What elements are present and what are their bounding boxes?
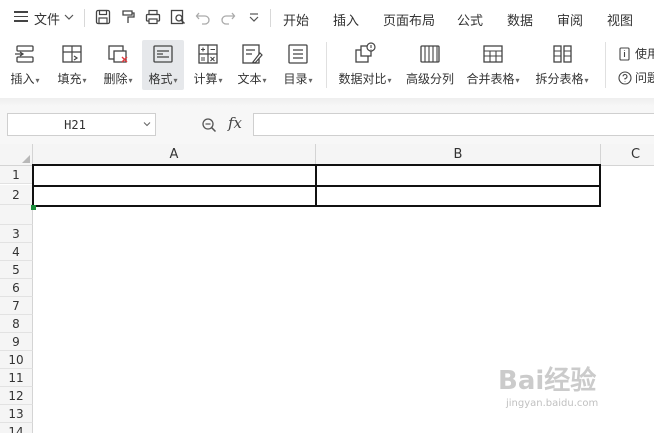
text-button[interactable]: 文本▾: [234, 40, 270, 90]
advanced-split-button[interactable]: 高级分列: [404, 40, 456, 90]
row-header-6[interactable]: 6: [0, 279, 33, 297]
format-icon: [151, 42, 175, 66]
divider: [270, 9, 271, 27]
usage-button[interactable]: 使用: [618, 45, 654, 62]
name-box[interactable]: H21: [7, 113, 156, 136]
watermark-logo: Bai经验 jingyan.baidu.com: [498, 360, 628, 416]
ribbon-divider: [0, 98, 654, 106]
toc-button[interactable]: 目录▾: [280, 40, 316, 90]
file-menu[interactable]: 文件: [34, 9, 60, 28]
chevron-down-icon[interactable]: [143, 120, 151, 128]
name-box-value: H21: [64, 118, 86, 132]
column-header-c[interactable]: C: [601, 144, 654, 166]
row-header-12[interactable]: 12: [0, 387, 33, 405]
hamburger-menu-icon[interactable]: [14, 11, 28, 23]
row-header-9[interactable]: 9: [0, 333, 33, 351]
calculate-button[interactable]: 计算▾: [190, 40, 226, 90]
toc-icon: [286, 42, 310, 66]
question-icon: [618, 70, 632, 85]
fill-handle[interactable]: [31, 205, 36, 210]
chevron-down-icon[interactable]: [64, 12, 74, 22]
row-header-10[interactable]: 10: [0, 351, 33, 369]
text-icon: [240, 42, 264, 66]
fx-icon[interactable]: fx: [228, 114, 242, 132]
customize-toolbar-icon[interactable]: [245, 8, 263, 26]
zoom-icon[interactable]: [201, 117, 217, 133]
tab-view[interactable]: 视图: [607, 10, 633, 29]
row-header-13[interactable]: 13: [0, 405, 33, 423]
row-header-spacer: [0, 205, 33, 225]
advanced-split-label: 高级分列: [405, 72, 454, 86]
insert-label: 插入: [10, 72, 35, 86]
redo-icon[interactable]: [219, 8, 237, 26]
column-header-b[interactable]: B: [316, 144, 601, 166]
split-tables-label: 拆分表格: [535, 72, 584, 86]
data-compare-button[interactable]: 数据对比▾: [335, 40, 395, 90]
fill-icon: [60, 42, 84, 66]
watermark-brand: Bai经验: [498, 366, 597, 396]
format-button[interactable]: 格式▾: [142, 40, 184, 90]
tab-insert[interactable]: 插入: [333, 10, 359, 29]
toc-label: 目录: [283, 72, 308, 86]
delete-button[interactable]: 删除▾: [99, 40, 137, 90]
save-icon[interactable]: [94, 8, 112, 26]
delete-label: 删除: [103, 72, 128, 86]
merge-tables-label: 合并表格: [466, 72, 515, 86]
help-label: 问题: [635, 71, 654, 85]
usage-label: 使用: [635, 47, 654, 61]
calculate-icon: [196, 42, 220, 66]
fill-label: 填充: [57, 72, 82, 86]
divider: [326, 42, 327, 88]
tab-formulas[interactable]: 公式: [457, 10, 483, 29]
split-tables-button[interactable]: 拆分表格▾: [532, 40, 592, 90]
row-header-14[interactable]: 14: [0, 423, 33, 433]
ribbon: 插入▾ 填充▾ 删除▾ 格式▾ 计算▾ 文本▾ 目录▾ 数据对比▾ 高级分列 合…: [0, 36, 654, 98]
insert-button[interactable]: 插入▾: [8, 40, 42, 90]
row-header-5[interactable]: 5: [0, 261, 33, 279]
tab-page-layout[interactable]: 页面布局: [383, 10, 435, 29]
format-label: 格式: [148, 72, 173, 86]
merge-tables-icon: [481, 42, 505, 66]
tab-data[interactable]: 数据: [507, 10, 533, 29]
print-icon[interactable]: [144, 8, 162, 26]
divider: [84, 9, 85, 27]
row-header-11[interactable]: 11: [0, 369, 33, 387]
tab-home[interactable]: 开始: [283, 10, 309, 29]
tab-review[interactable]: 审阅: [557, 10, 583, 29]
split-columns-icon: [418, 42, 442, 66]
watermark-url: jingyan.baidu.com: [506, 398, 599, 409]
column-header-a[interactable]: A: [33, 144, 316, 166]
delete-icon: [106, 42, 130, 66]
undo-icon[interactable]: [194, 8, 212, 26]
help-button[interactable]: 问题: [618, 69, 654, 86]
formula-input[interactable]: [253, 113, 654, 136]
insert-rows-icon: [13, 42, 37, 66]
divider: [605, 42, 606, 88]
calculate-label: 计算: [193, 72, 218, 86]
split-tables-icon: [550, 42, 574, 66]
select-all-corner[interactable]: [0, 144, 33, 166]
row-header-2[interactable]: 2: [0, 185, 33, 205]
formula-bar: H21 fx: [0, 106, 654, 144]
format-painter-icon[interactable]: [119, 8, 137, 26]
row-header-8[interactable]: 8: [0, 315, 33, 333]
data-compare-icon: [353, 42, 377, 66]
data-compare-label: 数据对比: [338, 72, 387, 86]
column-divider: [315, 164, 317, 207]
menu-bar: 文件 开始 插入 页面布局 公式 数据 审阅 视图: [0, 0, 654, 36]
row-header-4[interactable]: 4: [0, 243, 33, 261]
row-header-3[interactable]: 3: [0, 225, 33, 243]
document-info-icon: [619, 46, 630, 61]
merge-tables-button[interactable]: 合并表格▾: [463, 40, 523, 90]
row-header-1[interactable]: 1: [0, 166, 33, 184]
fill-button[interactable]: 填充▾: [54, 40, 90, 90]
row-header-7[interactable]: 7: [0, 297, 33, 315]
text-label: 文本: [237, 72, 262, 86]
print-preview-icon[interactable]: [169, 8, 187, 26]
